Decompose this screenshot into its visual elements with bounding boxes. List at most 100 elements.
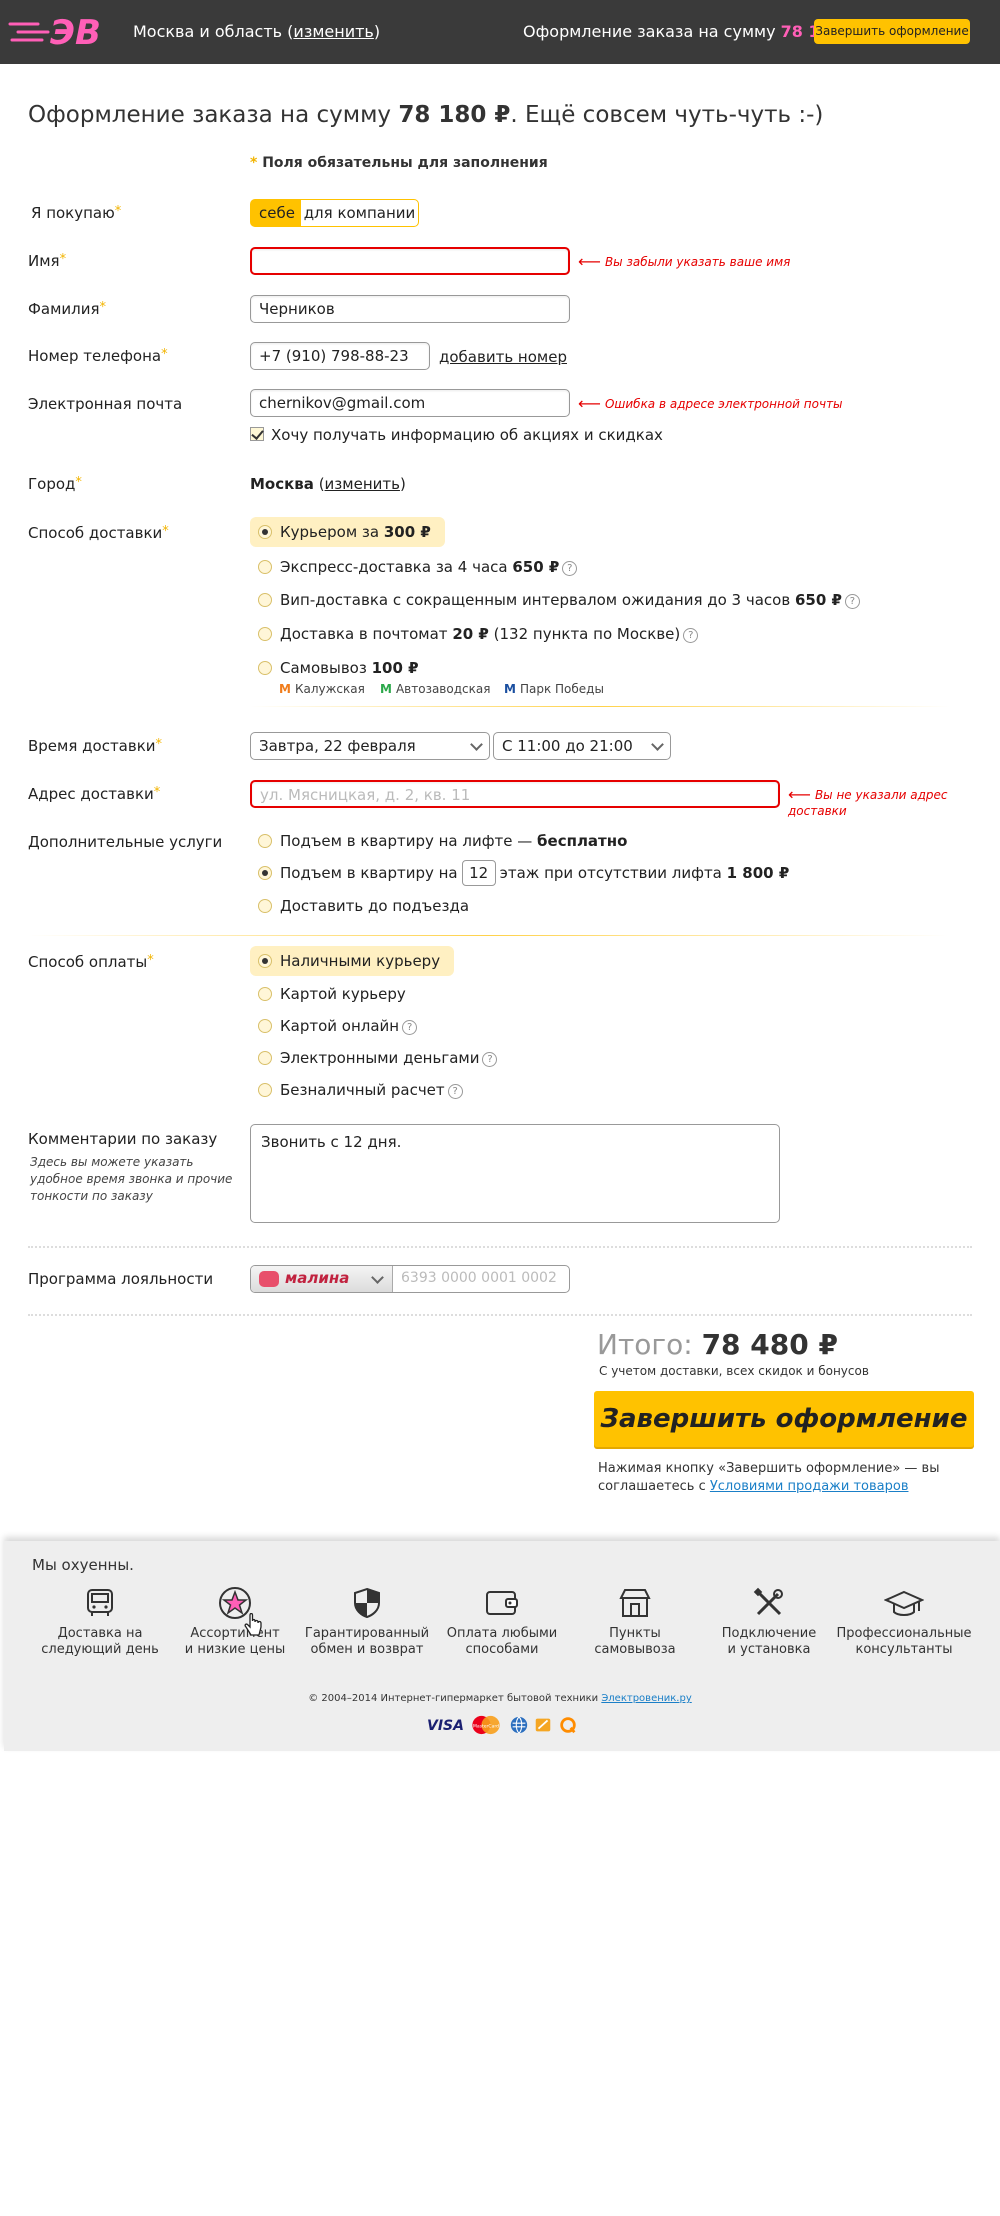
buyer-option-self[interactable]: себе [250,199,304,227]
required-star-icon: * [162,524,169,539]
payment-option-card-online[interactable]: Картой онлайн? [250,1011,418,1041]
feature-delivery[interactable]: Доставка на следующий день [30,1586,170,1658]
subscribe-label[interactable]: Хочу получать информацию об акциях и ски… [271,426,663,444]
required-note: * Поля обязательны для заполнения [250,155,548,171]
feature-line: способами [465,1642,539,1657]
delivery-option-postamat[interactable]: Доставка в почтомат 20 ₽ (132 пункта по … [250,619,699,649]
loyalty-field[interactable]: малина 6393 0000 0001 0002 [250,1265,570,1293]
buyer-option-company[interactable]: для компании [300,199,419,227]
radio-icon[interactable] [258,866,272,880]
delivery-option-vip[interactable]: Вип-доставка с сокращенным интервалом ож… [250,585,860,615]
feature-installation[interactable]: Подключение и установка [699,1586,839,1658]
buyer-label: Я покупаю* [31,204,121,222]
subscribe-checkbox[interactable] [250,427,264,441]
payment-option-emoney[interactable]: Электронными деньгами? [250,1043,498,1073]
radio-icon[interactable] [258,987,272,1001]
help-icon[interactable]: ? [562,561,578,576]
logo-text: ЭВ [50,13,101,52]
payment-option-card-courier[interactable]: Картой курьеру [250,979,406,1009]
name-error: ⟵ Вы забыли указать ваше имя [578,252,790,271]
radio-icon[interactable] [258,560,272,574]
radio-icon[interactable] [258,1083,272,1097]
shield-icon [354,1587,380,1619]
loyalty-program-select[interactable]: малина [251,1266,393,1292]
radio-icon[interactable] [258,593,272,607]
radio-icon[interactable] [258,954,272,968]
terms-link[interactable]: Условиями продажи товаров [710,1479,909,1494]
metro-avtozavodskaya[interactable]: М Автозаводская [380,682,490,696]
header-sum-label: Оформление заказа на сумму [523,22,781,41]
metro-park-pobedy[interactable]: М Парк Победы [504,682,604,696]
help-icon[interactable]: ? [447,1084,463,1099]
city-change-link[interactable]: изменить [325,475,400,493]
floor-number-input[interactable]: 12 [461,860,496,886]
phone-field[interactable]: +7 (910) 798-88-23 [250,342,430,370]
radio-icon[interactable] [258,834,272,848]
delivery-option-price: 650 ₽ [794,591,842,609]
header-order-sum: Оформление заказа на сумму 78 180 ₽ [523,22,859,41]
loyalty-card-placeholder: 6393 0000 0001 0002 [401,1270,557,1286]
services-label: Дополнительные услуги [28,833,223,851]
feature-line: и низкие цены [184,1642,286,1657]
phone-label-text: Номер телефона [28,347,162,365]
address-error: ⟵ Вы не указали адрес доставки [788,785,1000,818]
city-value: Москва (изменить) [250,475,406,493]
payment-option-text: Наличными курьеру [280,952,441,970]
header-finish-button[interactable]: Завершить оформление [814,19,970,44]
radio-icon[interactable] [258,1051,272,1065]
title-suffix: . Ещё совсем чуть-чуть :-) [510,102,824,128]
region-change-link[interactable]: изменить [293,22,373,41]
bus-icon [87,1589,113,1616]
payment-option-cash[interactable]: Наличными курьеру [250,946,455,976]
service-floor-text: Подъем в квартиру на [280,864,458,882]
payment-label-text: Способ оплаты [28,953,148,971]
mastercard-icon: MasterCard [472,1715,500,1735]
store-icon [619,1589,651,1617]
section-divider [250,706,950,707]
radio-icon[interactable] [258,1019,272,1033]
finish-order-button[interactable]: Завершить оформление [594,1391,974,1447]
delivery-date-select[interactable]: Завтра, 22 февраля [250,732,490,760]
radio-icon[interactable] [258,627,272,641]
delivery-option-pickup[interactable]: Самовывоз 100 ₽ [250,653,419,683]
feature-guarantee[interactable]: Гарантированный обмен и возврат [297,1586,437,1658]
add-phone-link[interactable]: добавить номер [439,348,567,366]
surname-field[interactable]: Черников [250,295,570,323]
feature-assortment[interactable]: Ассортимент и низкие цены [165,1586,305,1658]
delivery-option-express[interactable]: Экспресс-доставка за 4 часа 650 ₽? [250,552,578,582]
yandex-money-icon [535,1718,551,1732]
feature-pickup[interactable]: Пункты самовывоза [565,1586,705,1658]
delivery-interval-select[interactable]: С 11:00 до 21:00 [493,732,671,760]
help-icon[interactable]: ? [402,1020,418,1035]
comment-label: Комментарии по заказу [28,1130,218,1148]
delivery-option-text: Вип-доставка с сокращенным интервалом ож… [280,591,795,609]
metro-kaluzhskaya[interactable]: М Калужская [279,682,365,696]
email-field[interactable]: chernikov@gmail.com [250,389,570,417]
radio-icon[interactable] [258,525,272,539]
address-label-text: Адрес доставки [28,785,154,803]
service-lift[interactable]: Подъем в квартиру на лифте — бесплатно [250,826,627,856]
payment-option-text: Электронными деньгами [280,1049,480,1067]
comment-textarea[interactable]: Звонить с 12 дня. [250,1124,780,1223]
help-icon[interactable]: ? [482,1052,498,1067]
payment-option-cashless[interactable]: Безналичный расчет? [250,1075,463,1105]
radio-icon[interactable] [258,899,272,913]
site-link[interactable]: Электровеник.ру [601,1693,691,1704]
name-field[interactable] [250,247,570,275]
feature-consultants[interactable]: Профессиональные консультанты [834,1586,974,1658]
service-entrance[interactable]: Доставить до подъезда [250,891,469,921]
feature-line: Доставка на [57,1626,143,1641]
delivery-interval-value: С 11:00 до 21:00 [502,737,633,755]
service-floor[interactable]: Подъем в квартиру на 12 этаж при отсутстви… [250,858,789,888]
help-icon[interactable]: ? [683,628,699,643]
delivery-option-courier[interactable]: Курьером за 300 ₽ [250,517,445,547]
feature-line: Ассортимент [190,1626,280,1641]
logo-icon[interactable]: ЭВ [8,10,118,52]
help-icon[interactable]: ? [844,594,860,609]
delivery-date-value: Завтра, 22 февраля [259,737,416,755]
name-label: Имя* [28,252,66,270]
region-selector: Москва и область (изменить) [133,22,380,41]
radio-icon[interactable] [258,661,272,675]
feature-payment[interactable]: Оплата любыми способами [432,1586,572,1658]
address-field[interactable]: ул. Мясницкая, д. 2, кв. 11 [250,780,780,808]
